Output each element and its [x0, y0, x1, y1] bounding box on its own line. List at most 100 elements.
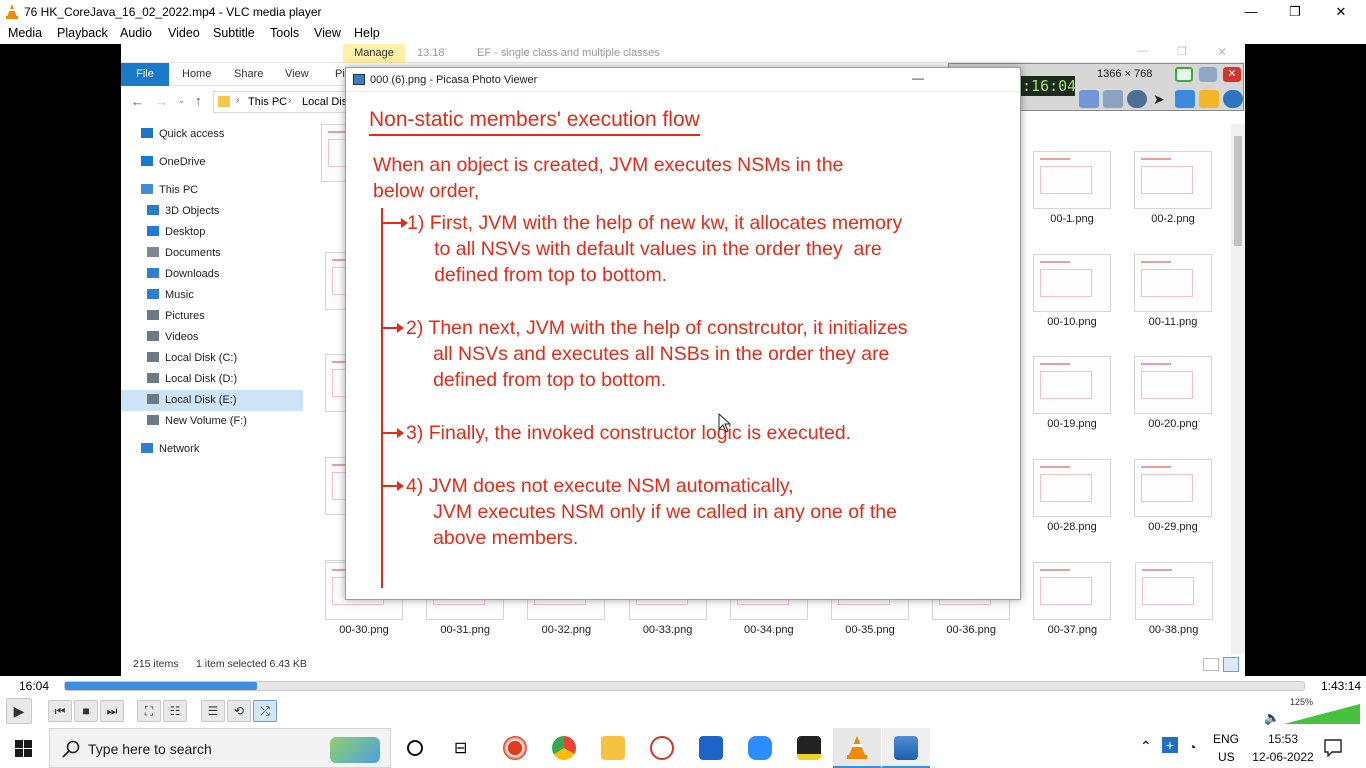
file-name-label[interactable]: 00-2.png	[1123, 213, 1223, 225]
cortana-icon[interactable]	[406, 739, 424, 757]
menu-video[interactable]: Video	[168, 26, 200, 40]
nav-item[interactable]: This PC	[121, 180, 303, 201]
nav-item[interactable]: Network	[121, 439, 303, 460]
cursor-icon[interactable]: ➤	[1153, 91, 1165, 108]
stop-icon[interactable]: ■	[74, 700, 98, 722]
webcam-icon[interactable]	[1127, 90, 1147, 108]
back-arrow-icon[interactable]: ←	[131, 94, 144, 109]
recorder-minimize-icon[interactable]	[1199, 67, 1217, 82]
forward-arrow-icon[interactable]: →	[155, 94, 168, 109]
file-name-label[interactable]: 00-19.png	[1022, 418, 1122, 430]
file-name-label[interactable]: 00-28.png	[1022, 521, 1122, 533]
file-thumbnail[interactable]	[1033, 151, 1111, 209]
explorer-scrollbar[interactable]	[1231, 124, 1245, 654]
menu-tools[interactable]: Tools	[270, 26, 299, 40]
file-name-label[interactable]: 00-31.png	[415, 624, 515, 636]
nav-item[interactable]: New Volume (F:)	[121, 411, 303, 432]
menu-playback[interactable]: Playback	[57, 26, 108, 40]
address-bar[interactable]: › This PC › Local Dis	[213, 91, 353, 113]
nav-item[interactable]: Local Disk (E:)	[121, 390, 303, 411]
nav-item[interactable]: Desktop	[121, 222, 303, 243]
thumbnail-view-icon[interactable]	[1223, 657, 1239, 672]
vlc-taskbar-button[interactable]	[833, 728, 881, 768]
breadcrumb-this-pc[interactable]: This PC	[248, 96, 287, 108]
file-explorer-icon[interactable]	[601, 736, 625, 760]
file-name-label[interactable]: 00-30.png	[314, 624, 414, 636]
loop-icon[interactable]: ⟲	[227, 700, 251, 722]
nav-item[interactable]: Pictures	[121, 306, 303, 327]
extended-settings-icon[interactable]: ☷	[163, 700, 187, 722]
menu-audio[interactable]: Audio	[120, 26, 152, 40]
clock-time[interactable]: 15:53	[1263, 732, 1303, 746]
speaker-icon[interactable]	[1079, 90, 1099, 108]
file-thumbnail[interactable]	[1134, 356, 1212, 414]
ribbon-tab-share[interactable]: Share	[234, 68, 263, 80]
windows-start-icon[interactable]	[15, 740, 32, 757]
menu-media[interactable]: Media	[8, 26, 42, 40]
taskbar-search-box[interactable]: Type here to search	[49, 728, 391, 768]
minimize-button[interactable]: —	[1228, 0, 1274, 24]
restore-button[interactable]: ❐	[1272, 0, 1318, 24]
folder-icon[interactable]	[1199, 90, 1219, 108]
chevron-up-icon[interactable]: ⌃	[1140, 738, 1152, 755]
nav-item[interactable]: 3D Objects	[121, 201, 303, 222]
breadcrumb-local-disk[interactable]: Local Dis	[302, 96, 347, 108]
settings-gear-icon[interactable]	[1223, 90, 1243, 108]
explorer-restore-button[interactable]: ❐	[1177, 45, 1187, 58]
nav-item[interactable]: Downloads	[121, 264, 303, 285]
ribbon-tab-view[interactable]: View	[285, 68, 309, 80]
shuffle-icon[interactable]: ⤮	[253, 700, 277, 722]
search-highlight-icon[interactable]	[330, 737, 380, 763]
task-view-icon[interactable]: ⊟	[454, 738, 467, 758]
file-name-label[interactable]: 00-20.png	[1123, 418, 1223, 430]
clock-date[interactable]: 12-06-2022	[1250, 750, 1316, 764]
file-thumbnail[interactable]	[1033, 356, 1111, 414]
file-name-label[interactable]: 00-29.png	[1123, 521, 1223, 533]
pen-icon[interactable]	[1175, 90, 1195, 108]
seek-bar[interactable]	[64, 681, 1305, 691]
file-name-label[interactable]: 00-1.png	[1022, 213, 1122, 225]
zoom-icon[interactable]	[748, 736, 772, 760]
explorer-close-button[interactable]: ✕	[1217, 45, 1227, 59]
file-name-label[interactable]: 00-32.png	[516, 624, 616, 636]
explorer-minimize-button[interactable]: —	[1137, 45, 1148, 57]
file-name-label[interactable]: 00-35.png	[820, 624, 920, 636]
microphone-icon[interactable]	[1103, 90, 1123, 108]
menu-view[interactable]: View	[314, 26, 341, 40]
microsoft-store-icon[interactable]	[699, 736, 723, 760]
nav-item[interactable]: Local Disk (C:)	[121, 348, 303, 369]
menu-help[interactable]: Help	[354, 26, 380, 40]
menu-subtitle[interactable]: Subtitle	[213, 26, 255, 40]
chrome-icon[interactable]	[552, 736, 576, 760]
file-thumbnail[interactable]	[1033, 562, 1112, 620]
explorer-scrollbar-thumb[interactable]	[1234, 136, 1242, 246]
region-icon[interactable]	[1175, 67, 1193, 82]
language-label[interactable]: ENG	[1213, 732, 1239, 746]
keyboard-layout-label[interactable]: US	[1218, 750, 1235, 764]
sticky-notes-icon[interactable]	[797, 736, 821, 760]
play-icon[interactable]: ▶	[6, 698, 32, 724]
up-arrow-icon[interactable]: ↑	[195, 93, 202, 108]
details-view-icon[interactable]	[1203, 658, 1219, 671]
nav-item[interactable]: Videos	[121, 327, 303, 348]
file-name-label[interactable]: 00-38.png	[1124, 624, 1224, 636]
nav-item[interactable]: OneDrive	[121, 152, 303, 173]
ribbon-tab-home[interactable]: Home	[182, 68, 211, 80]
close-button[interactable]: ✕	[1318, 0, 1364, 24]
picasa-taskbar-button[interactable]	[882, 728, 930, 768]
file-thumbnail[interactable]	[1134, 254, 1212, 312]
file-name-label[interactable]: 00-11.png	[1123, 316, 1223, 328]
volume-slider[interactable]	[1284, 704, 1360, 724]
ribbon-tab-file[interactable]: File	[121, 63, 169, 86]
playlist-icon[interactable]: ☰	[201, 700, 225, 722]
nav-item[interactable]: Documents	[121, 243, 303, 264]
recorder-app-icon[interactable]	[503, 736, 527, 760]
file-thumbnail[interactable]	[1134, 562, 1213, 620]
file-thumbnail[interactable]	[1033, 459, 1111, 517]
notification-icon[interactable]	[1324, 739, 1342, 757]
file-name-label[interactable]: 00-33.png	[618, 624, 718, 636]
nav-item[interactable]: Local Disk (D:)	[121, 369, 303, 390]
video-area[interactable]: Manage 13.18 EF - single class and multi…	[0, 44, 1366, 676]
snipping-tool-icon[interactable]	[650, 736, 674, 760]
fullscreen-icon[interactable]: ⛶	[137, 700, 161, 722]
